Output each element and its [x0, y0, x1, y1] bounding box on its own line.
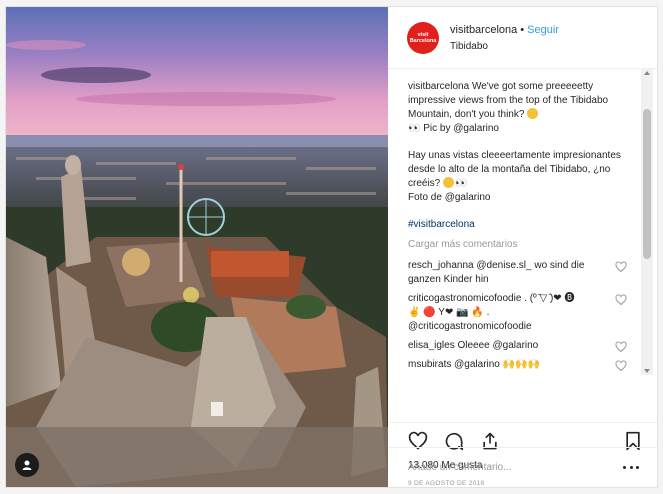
caption-credit-user[interactable]: @galarino	[453, 123, 499, 134]
barcelona-view-image	[6, 7, 388, 487]
scroll-up-arrow-icon[interactable]	[644, 71, 650, 75]
caption-credit-prefix: Pic by	[423, 123, 451, 134]
avatar-text-bottom: Barcelona	[409, 37, 437, 44]
load-more-comments-button[interactable]: Cargar más comentarios	[408, 238, 627, 252]
scroll-thumb[interactable]	[643, 109, 651, 259]
post-photo[interactable]	[6, 7, 388, 487]
eyes-emoji-icon: 👀	[408, 123, 421, 134]
follow-button[interactable]: Seguir	[527, 24, 559, 36]
comment-like-heart-icon[interactable]	[615, 360, 627, 372]
scroll-down-arrow-icon[interactable]	[644, 369, 650, 373]
caption-foto-prefix: Foto de	[408, 192, 442, 203]
comment-like-heart-icon[interactable]	[615, 341, 627, 353]
add-comment-bar: Añade un comentario...	[388, 447, 657, 487]
comments-scrollbar[interactable]	[641, 69, 653, 375]
post-dialog: visit Barcelona visitbarcelona • Seguir Ti…	[5, 6, 658, 488]
post-header: visit Barcelona visitbarcelona • Seguir Ti…	[388, 7, 657, 69]
caption-hashtag[interactable]: #visitbarcelona	[408, 218, 627, 232]
add-comment-input[interactable]: Añade un comentario...	[408, 462, 623, 473]
user-tag-icon[interactable]	[15, 453, 39, 477]
avatar[interactable]: visit Barcelona	[407, 21, 439, 54]
comment-text: @galarino	[454, 359, 500, 370]
comments-list: visitbarcelona We've got some preeeeetty…	[388, 69, 657, 422]
post-username[interactable]: visitbarcelona	[450, 24, 517, 36]
post-location[interactable]: Tibidabo	[450, 41, 559, 52]
caption-spanish: Hay unas vistas cleeeertamente impresion…	[408, 149, 627, 205]
comment-username[interactable]: msubirats	[408, 359, 451, 370]
caption-spanish-text: Hay unas vistas cleeeertamente impresion…	[408, 150, 621, 189]
separator-dot: •	[520, 23, 525, 36]
comment-row: elisa_igles Oleeee @galarino	[408, 339, 627, 353]
caption-english: visitbarcelona We've got some preeeeetty…	[408, 80, 627, 136]
post-side-panel: visit Barcelona visitbarcelona • Seguir Ti…	[388, 7, 657, 487]
comment-row: resch_johanna @denise.sl_ wo sind die ga…	[408, 259, 627, 287]
comment-row: msubirats @galarino 🙌🙌🙌	[408, 358, 627, 372]
comment-like-heart-icon[interactable]	[615, 294, 627, 306]
grin-emoji-icon	[527, 108, 539, 119]
hands-emoji-icon: 🙌🙌🙌	[502, 359, 541, 370]
comment-text: Oleeee @galarino	[457, 340, 539, 351]
comment-username[interactable]: elisa_igles	[408, 340, 455, 351]
comment-username[interactable]: resch_johanna	[408, 260, 474, 271]
comment-like-heart-icon[interactable]	[615, 261, 627, 273]
comment-row: criticogastronomicofoodie . (º ̄▽ ̄)❤ 🅑 …	[408, 292, 627, 334]
eyes-emoji-icon: 👀	[455, 178, 468, 189]
more-options-icon[interactable]	[623, 463, 639, 473]
caption-foto-user[interactable]: @galarino	[445, 192, 491, 203]
grin-emoji-icon	[443, 177, 455, 188]
comment-username[interactable]: criticogastronomicofoodie	[408, 293, 521, 304]
caption-username[interactable]: visitbarcelona	[408, 81, 469, 92]
